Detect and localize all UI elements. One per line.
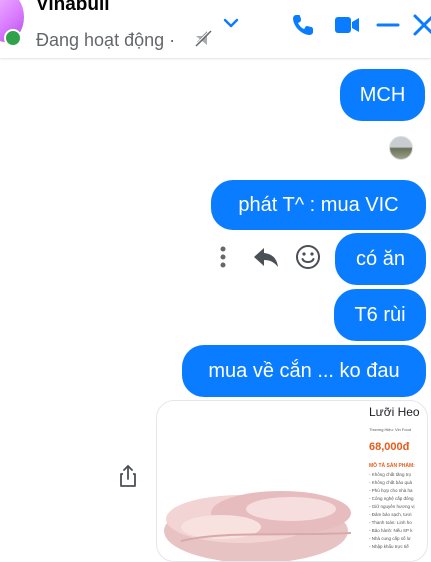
shared-product-image[interactable]: Lưỡi Heo Thương Hiệu: Vin Food 68,000đ M… xyxy=(156,400,428,562)
message-bubble[interactable]: có ăn xyxy=(335,233,426,285)
message-bubble[interactable]: MCH xyxy=(340,69,425,121)
description-line: - Không chất tăng trọ xyxy=(369,472,412,477)
product-price: 68,000đ xyxy=(369,441,410,453)
chevron-down-icon[interactable] xyxy=(222,14,240,32)
description-line: - Nhà cung cấp số lư xyxy=(369,536,411,541)
reply-icon[interactable] xyxy=(252,244,280,270)
product-description: - Không chất tăng trọ - Không chất bảo q… xyxy=(369,471,427,551)
description-line: - Thanh toán: Linh ho xyxy=(369,520,412,525)
mute-icon xyxy=(194,29,212,47)
description-line: - Công nghệ cấp đông xyxy=(369,496,414,501)
description-line: - Đảm bảo sạch, tươi xyxy=(369,512,412,517)
seen-receipt-avatar xyxy=(389,136,413,160)
video-call-icon[interactable] xyxy=(333,12,361,38)
contact-name[interactable]: Vinabull xyxy=(36,0,110,16)
online-status-dot xyxy=(4,29,22,47)
share-icon[interactable] xyxy=(118,463,138,489)
description-line: - Giữ nguyên hương vị xyxy=(369,504,415,509)
phone-icon[interactable] xyxy=(290,12,316,38)
close-icon[interactable] xyxy=(412,12,431,38)
more-options-icon[interactable] xyxy=(213,244,233,270)
product-photo xyxy=(164,491,352,561)
message-bubble[interactable]: mua về cắn ... ko đau xyxy=(182,345,426,397)
description-line: - Bảo hành: Nếu SP k xyxy=(369,528,413,533)
minimize-icon[interactable] xyxy=(376,12,400,38)
active-status: Đang hoạt động · xyxy=(36,30,176,50)
product-description-heading: MÔ TẢ SẢN PHẨM: xyxy=(369,463,415,469)
product-title: Lưỡi Heo xyxy=(369,405,420,419)
description-line: - Không chất bảo quả xyxy=(369,480,413,485)
message-bubble[interactable]: phát T^ : mua VIC xyxy=(211,180,426,230)
chat-header: Vinabull Đang hoạt động · xyxy=(0,0,431,58)
message-bubble[interactable]: T6 rùi xyxy=(334,289,426,341)
react-icon[interactable] xyxy=(294,243,322,271)
product-brand: Thương Hiệu: Vin Food xyxy=(369,427,411,432)
description-line: - Phù hợp cho nhà ha xyxy=(369,488,413,493)
